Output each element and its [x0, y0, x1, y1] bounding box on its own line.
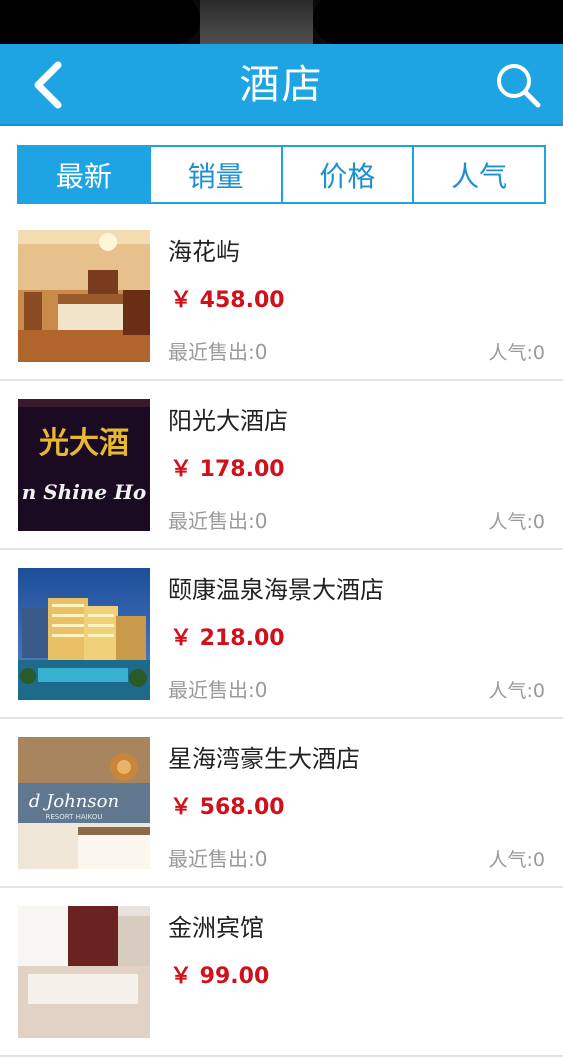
hotel-thumbnail: 光大酒 n Shine Ho [18, 399, 150, 531]
search-icon [497, 64, 541, 108]
hotel-name: 海花屿 [168, 238, 240, 266]
hotel-name: 颐康温泉海景大酒店 [168, 576, 384, 604]
hotel-name: 金洲宾馆 [168, 914, 264, 942]
hotel-sign-subtext: n Shine Ho [22, 480, 147, 504]
tab-latest[interactable]: 最新 [19, 147, 149, 202]
hotel-list-item[interactable]: d Johnson RESORT HAIKOU 星海湾豪生大酒店 ￥ 568.0… [0, 719, 563, 888]
hotel-sign-subtext: RESORT HAIKOU [45, 813, 102, 821]
hotel-price: ￥ 218.00 [170, 626, 285, 651]
hotel-room-image [18, 906, 150, 1038]
popularity: 人气:0 [488, 511, 546, 533]
hotel-list-item[interactable]: 金洲宾馆 ￥ 99.00 [0, 888, 563, 1057]
hotel-thumbnail [18, 230, 150, 362]
hotel-sign-text: d Johnson [29, 791, 119, 812]
popularity: 人气:0 [488, 849, 546, 871]
hotel-price: ￥ 178.00 [170, 457, 285, 482]
recent-sold: 最近售出:0 [168, 509, 268, 533]
status-bar-right [313, 0, 563, 44]
search-button[interactable] [487, 56, 549, 114]
hotel-thumbnail [18, 568, 150, 700]
hotel-price: ￥ 568.00 [170, 795, 285, 820]
hotel-room-image [18, 230, 150, 362]
hotel-name: 星海湾豪生大酒店 [168, 745, 360, 773]
hotel-sign-text: 光大酒 [39, 426, 129, 461]
hotel-resort-image [18, 568, 150, 700]
tab-popularity[interactable]: 人气 [412, 147, 544, 202]
tab-price[interactable]: 价格 [280, 147, 413, 202]
hotel-name: 阳光大酒店 [168, 407, 288, 435]
hotel-price: ￥ 99.00 [170, 964, 270, 989]
hotel-list-item[interactable]: 海花屿 ￥ 458.00 最近售出:0 人气:0 [0, 212, 563, 381]
navigation-bar: 酒店 [0, 44, 563, 126]
recent-sold: 最近售出:0 [168, 847, 268, 871]
status-bar-notch [200, 0, 313, 44]
hotel-thumbnail [18, 906, 150, 1038]
popularity: 人气:0 [488, 680, 546, 702]
recent-sold: 最近售出:0 [168, 340, 268, 364]
status-bar [0, 0, 563, 44]
tab-sales[interactable]: 销量 [148, 147, 281, 202]
hotel-sign-image: 光大酒 n Shine Ho [18, 399, 150, 531]
hotel-thumbnail: d Johnson RESORT HAIKOU [18, 737, 150, 869]
sort-tabs: 最新 销量 价格 人气 [17, 145, 546, 204]
page-title: 酒店 [239, 62, 324, 108]
hotel-price: ￥ 458.00 [170, 288, 285, 313]
hotel-list: 海花屿 ￥ 458.00 最近售出:0 人气:0 光大酒 n Shine Ho … [0, 212, 563, 1057]
hotel-room-image: d Johnson RESORT HAIKOU [18, 737, 150, 869]
popularity: 人气:0 [488, 342, 546, 364]
hotel-list-item[interactable]: 光大酒 n Shine Ho 阳光大酒店 ￥ 178.00 最近售出:0 人气:… [0, 381, 563, 550]
hotel-list-item[interactable]: 颐康温泉海景大酒店 ￥ 218.00 最近售出:0 人气:0 [0, 550, 563, 719]
recent-sold: 最近售出:0 [168, 678, 268, 702]
status-bar-left [0, 0, 200, 44]
